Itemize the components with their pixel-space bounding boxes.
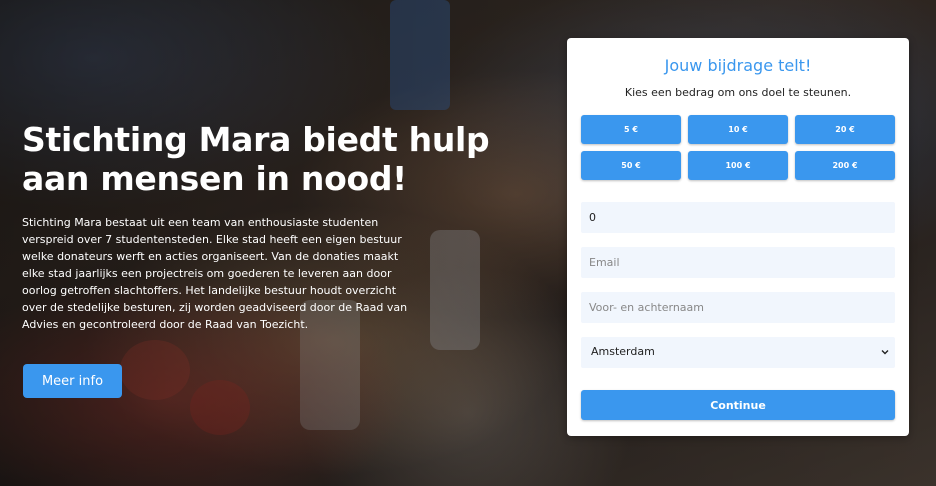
amount-button-200[interactable]: 200 €	[795, 151, 895, 180]
hero-section: Stichting Mara biedt hulp aan mensen in …	[0, 0, 936, 486]
city-select-value: Amsterdam	[591, 345, 655, 358]
amount-button-100[interactable]: 100 €	[688, 151, 788, 180]
hero-content: Stichting Mara biedt hulp aan mensen in …	[22, 120, 552, 333]
amount-button-5[interactable]: 5 €	[581, 115, 681, 144]
amount-button-10[interactable]: 10 €	[688, 115, 788, 144]
chevron-down-icon	[881, 350, 889, 355]
continue-button[interactable]: Continue	[581, 390, 895, 420]
page-title: Stichting Mara biedt hulp aan mensen in …	[22, 120, 490, 198]
amount-input[interactable]	[581, 202, 895, 233]
amount-button-50[interactable]: 50 €	[581, 151, 681, 180]
donation-title: Jouw bijdrage telt!	[664, 56, 812, 75]
city-select[interactable]: Amsterdam	[581, 337, 895, 368]
more-info-button[interactable]: Meer info	[23, 364, 122, 398]
donation-subtitle: Kies een bedrag om ons doel te steunen.	[624, 86, 852, 99]
email-field[interactable]	[581, 247, 895, 278]
amount-options: 5 € 10 € 20 € 50 € 100 € 200 €	[581, 115, 895, 180]
name-field[interactable]	[581, 292, 895, 323]
hero-description: Stichting Mara bestaat uit een team van …	[22, 216, 408, 331]
donation-card: Jouw bijdrage telt! Kies een bedrag om o…	[567, 38, 909, 436]
amount-button-20[interactable]: 20 €	[795, 115, 895, 144]
